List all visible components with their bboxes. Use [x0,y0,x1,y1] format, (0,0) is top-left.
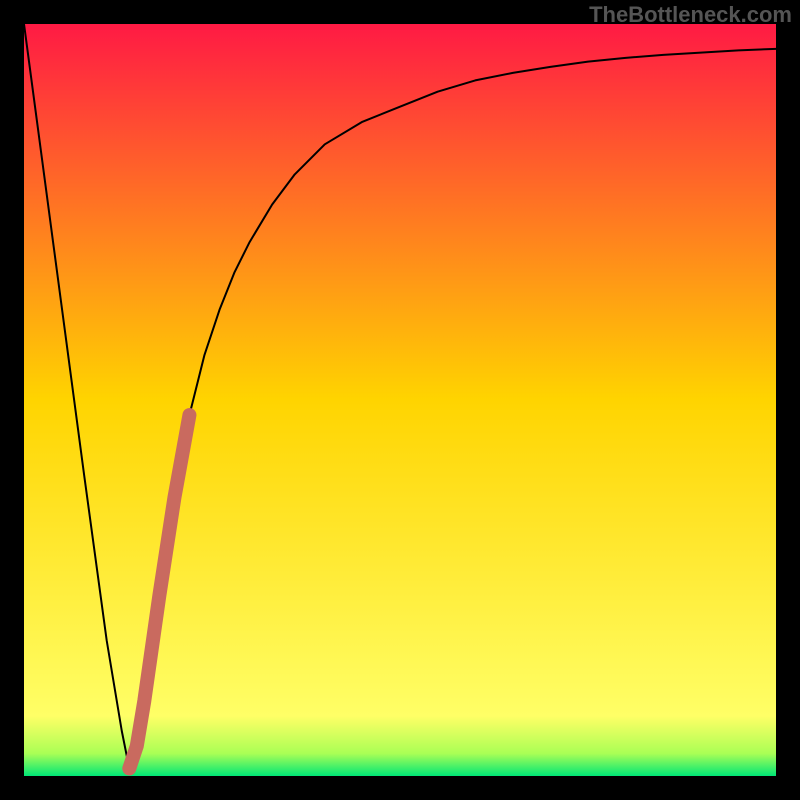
watermark-text: TheBottleneck.com [589,2,792,28]
chart-container: TheBottleneck.com [0,0,800,800]
chart-svg [24,24,776,776]
gradient-background [24,24,776,776]
plot-area [24,24,776,776]
